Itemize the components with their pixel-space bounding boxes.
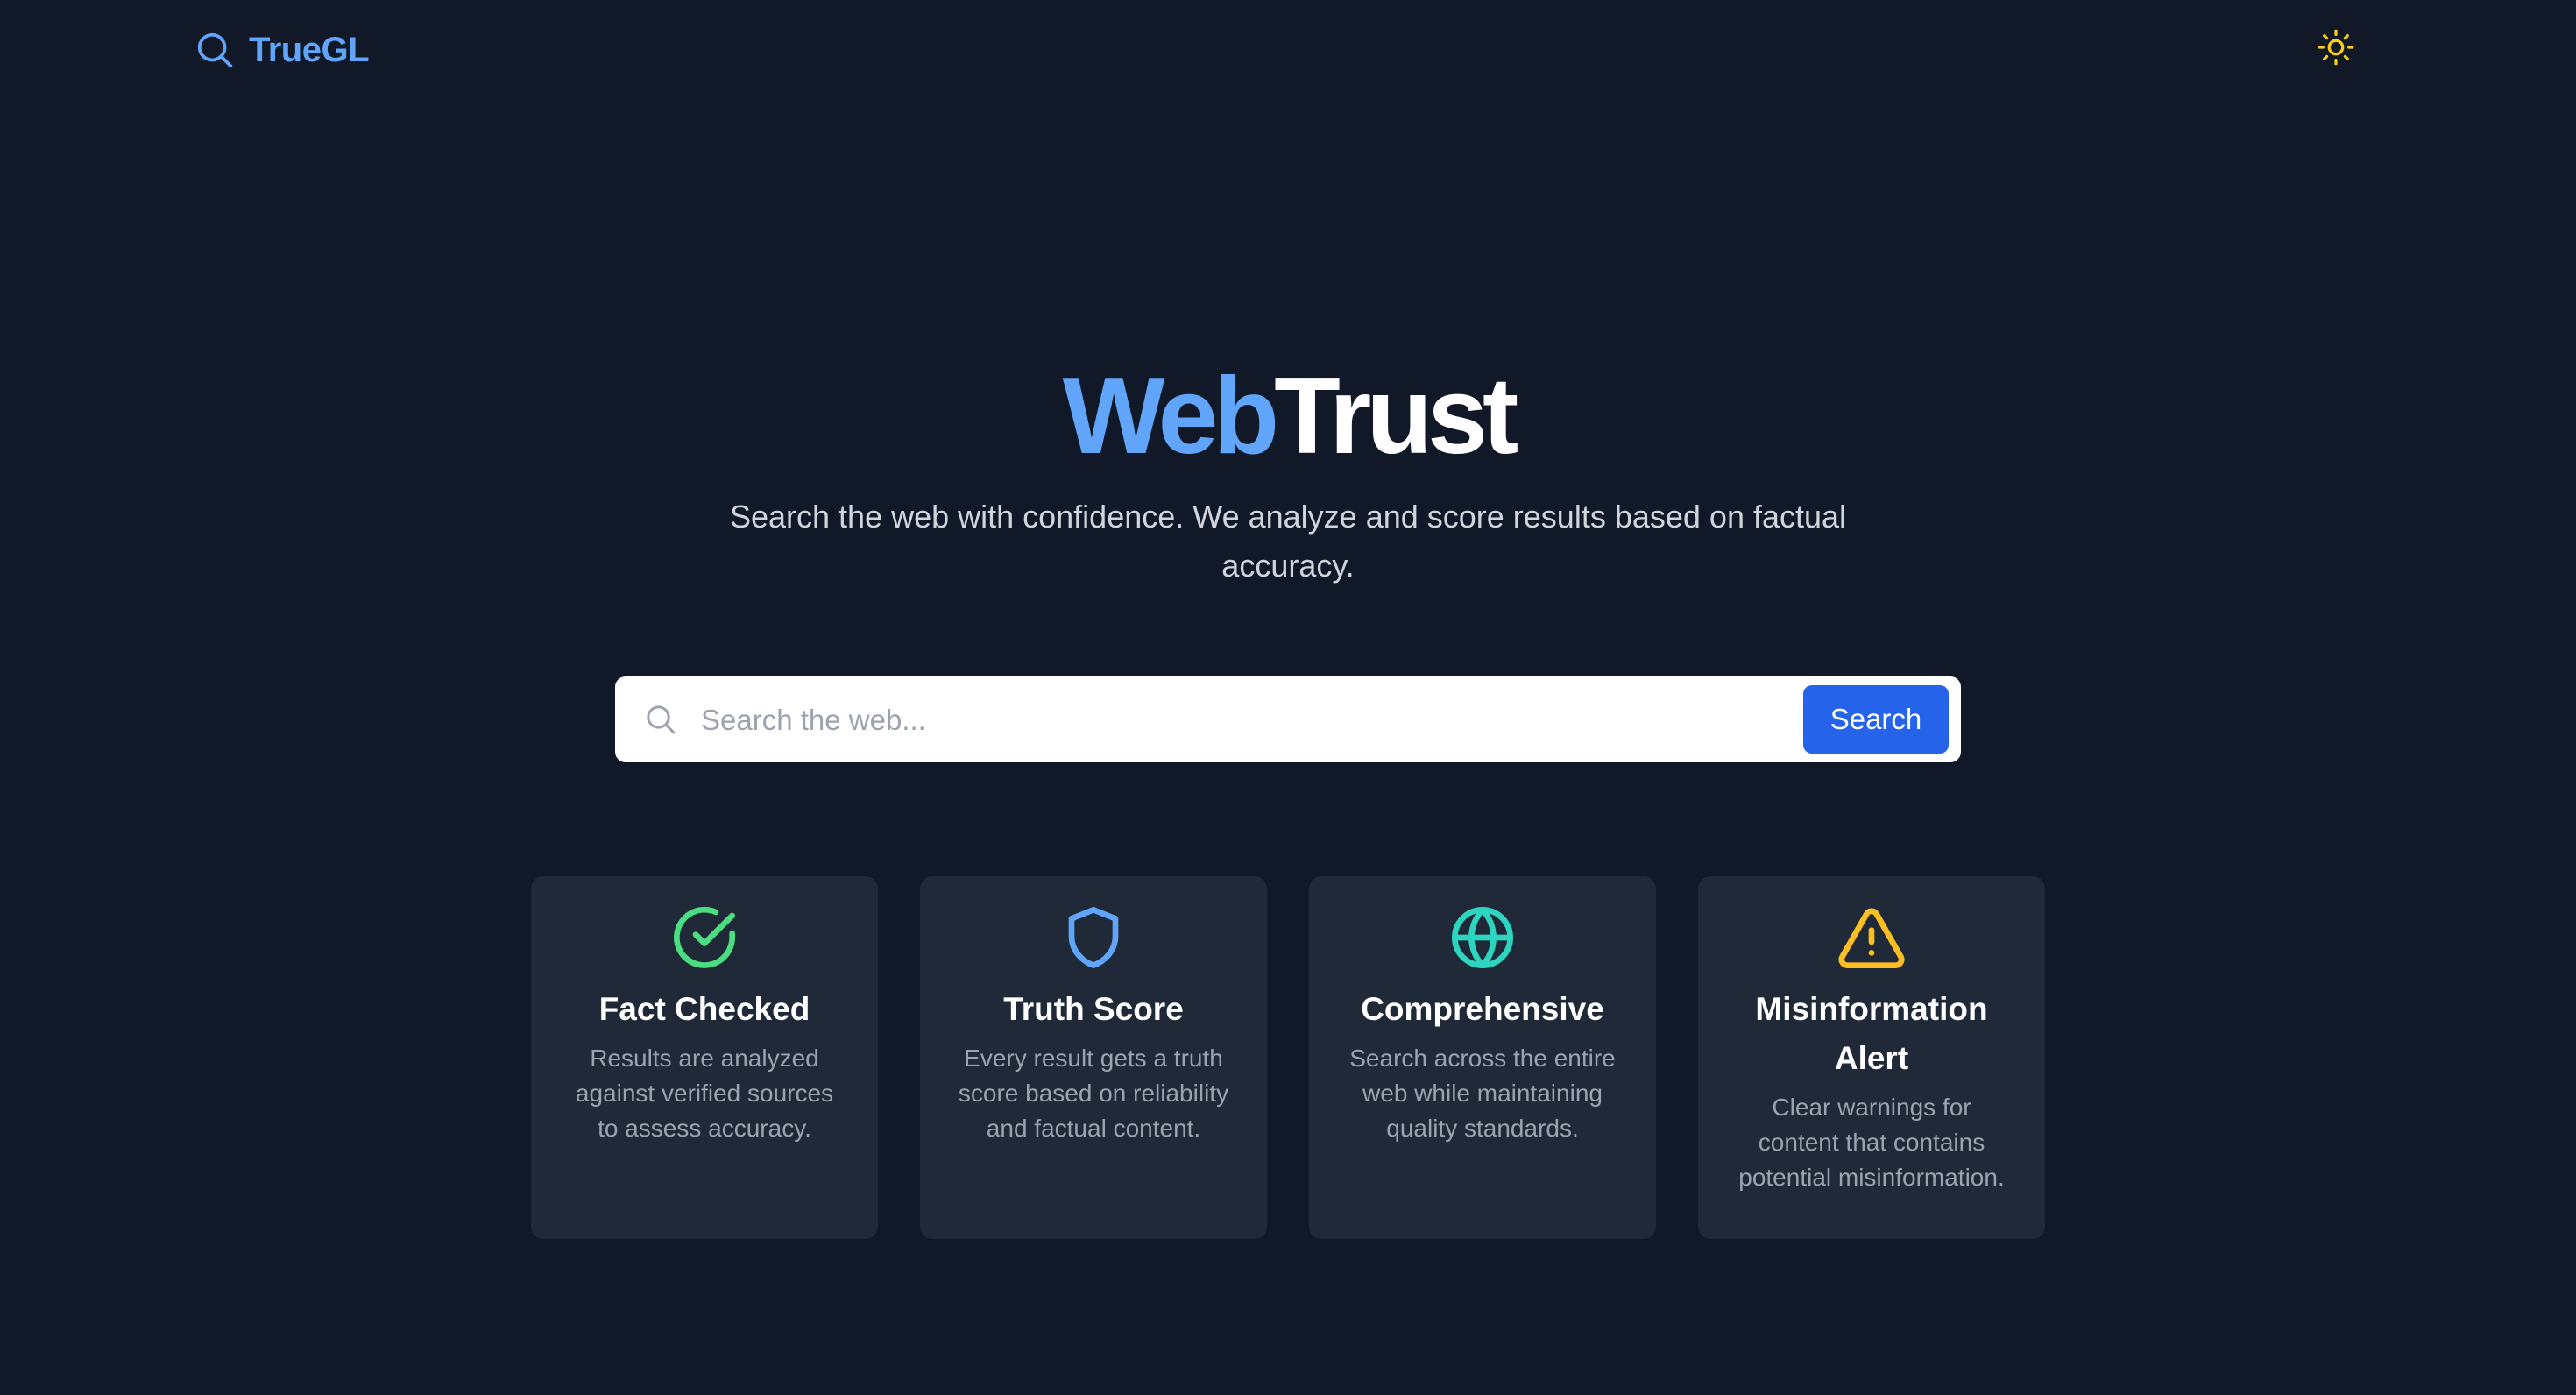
- search-button[interactable]: Search: [1803, 685, 1949, 754]
- feature-description: Search across the entire web while maint…: [1349, 1044, 1616, 1142]
- feature-card-comprehensive: Comprehensive Search across the entire w…: [1309, 876, 1656, 1239]
- brand-logo-link[interactable]: TrueGL: [195, 26, 370, 74]
- top-header: TrueGL: [0, 0, 2576, 98]
- sun-icon: [2317, 28, 2355, 71]
- feature-card-fact-checked: Fact Checked Results are analyzed agains…: [531, 876, 878, 1239]
- search-input[interactable]: [699, 689, 1526, 752]
- check-circle-icon: [674, 906, 735, 968]
- search-bar: Search: [615, 676, 1961, 762]
- warning-triangle-icon: [1838, 908, 1905, 968]
- hero-title-web: Web: [1062, 356, 1280, 477]
- hero-title: WebTrust: [0, 351, 2576, 482]
- feature-description: Results are analyzed against verified so…: [575, 1044, 834, 1142]
- shield-icon: [1068, 907, 1119, 968]
- feature-title: Truth Score: [1003, 991, 1184, 1027]
- search-icon: [195, 30, 235, 70]
- hero-title-trust: Trust: [1274, 356, 1518, 477]
- feature-description: Clear warnings for content that contains…: [1738, 1094, 2005, 1191]
- theme-toggle-button[interactable]: [2313, 26, 2359, 72]
- globe-icon: [1452, 907, 1513, 968]
- hero-subtitle: Search the web with confidence. We analy…: [729, 499, 1847, 584]
- feature-card-misinformation-alert: Misinformation Alert Clear warnings for …: [1698, 876, 2045, 1239]
- feature-description: Every result gets a truth score based on…: [958, 1044, 1229, 1142]
- feature-card-truth-score: Truth Score Every result gets a truth sc…: [920, 876, 1267, 1239]
- search-icon: [643, 702, 678, 737]
- feature-title: Fact Checked: [598, 991, 810, 1027]
- brand-name: TrueGL: [249, 30, 370, 69]
- feature-title: Misinformation Alert: [1755, 991, 1988, 1076]
- feature-title: Comprehensive: [1361, 991, 1604, 1027]
